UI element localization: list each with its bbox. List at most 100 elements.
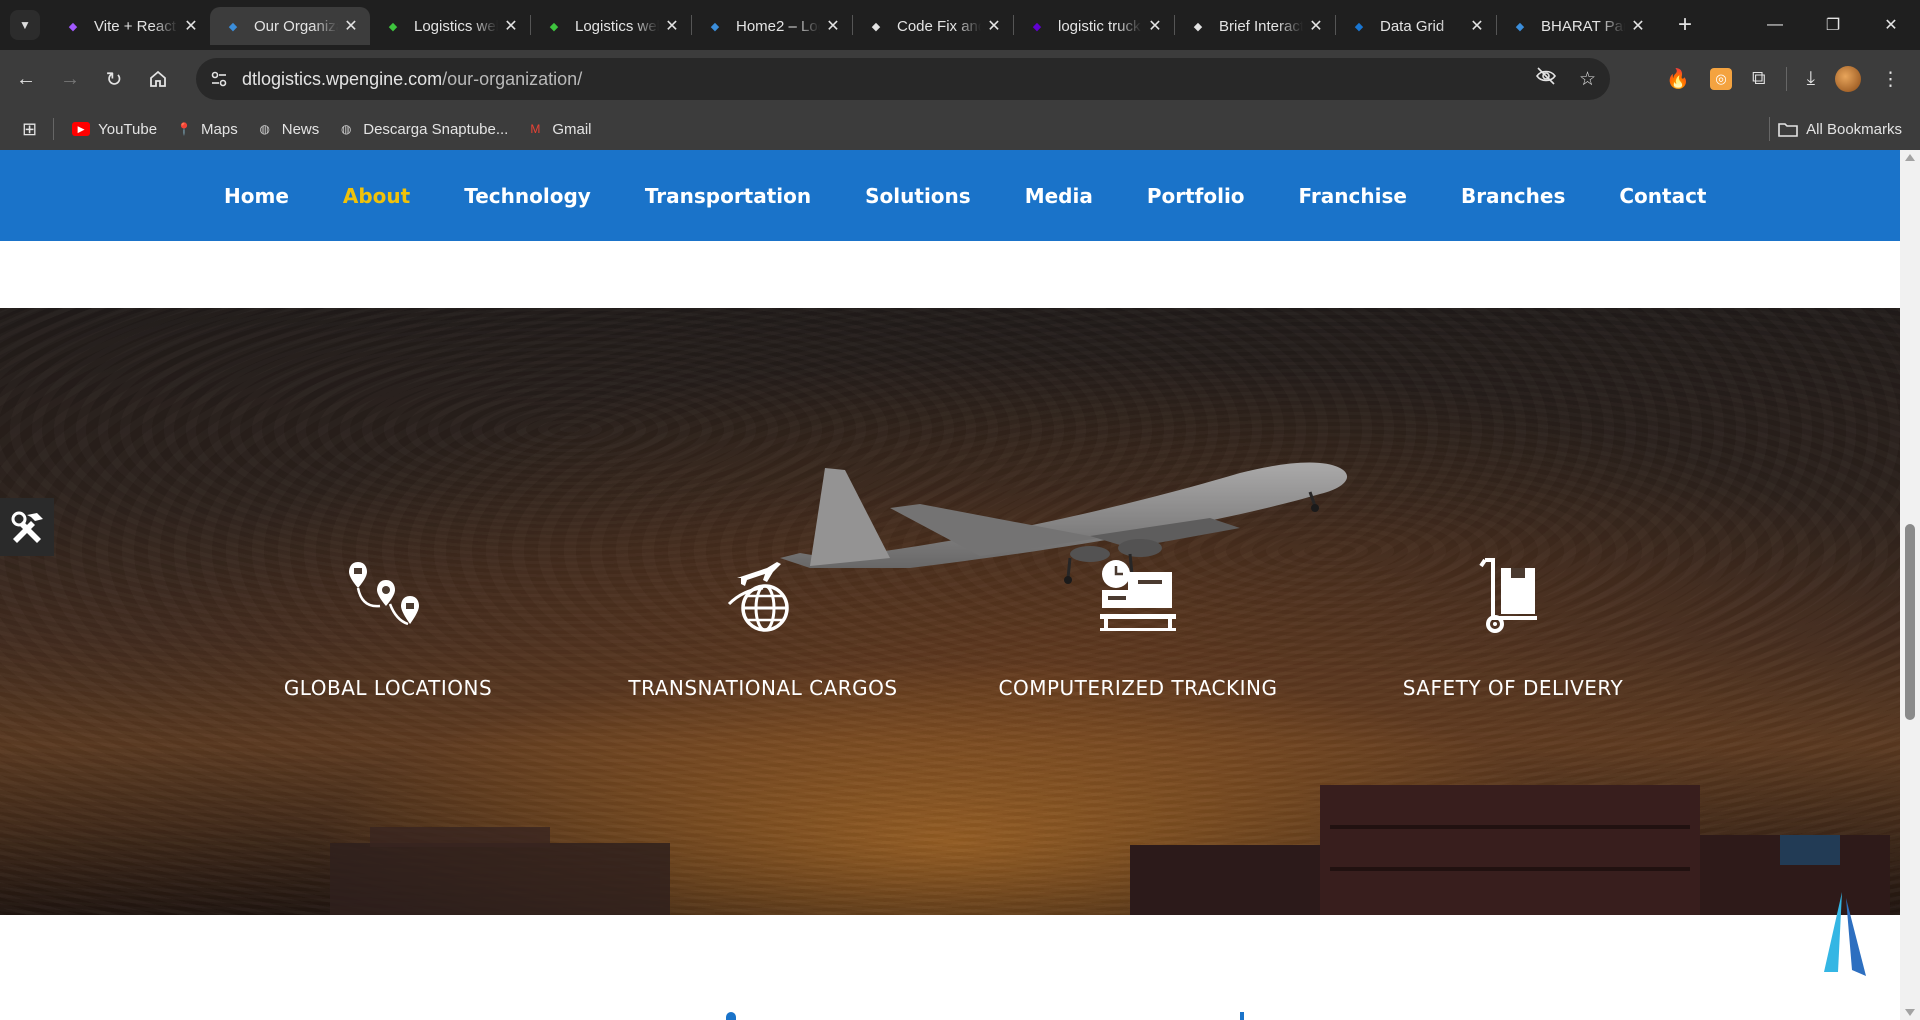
bookmark-item[interactable]: 📍 Maps <box>175 120 238 138</box>
feature-safety-of-delivery: SAFETY OF DELIVERY <box>1363 556 1663 700</box>
browser-tab[interactable]: ◆ Data Grid ✕ <box>1336 7 1496 45</box>
nav-link-portfolio[interactable]: Portfolio <box>1147 184 1245 208</box>
bookmark-label: Gmail <box>552 120 592 138</box>
download-icon[interactable]: ⤓ <box>1807 68 1815 90</box>
nav-link-franchise[interactable]: Franchise <box>1299 184 1407 208</box>
page-viewport: Home About Technology Transportation Solutio… <box>0 150 1920 1020</box>
page-scrollbar[interactable] <box>1900 150 1920 1020</box>
close-tab-icon[interactable]: ✕ <box>1629 16 1647 36</box>
nav-link-solutions[interactable]: Solutions <box>865 184 971 208</box>
reload-button[interactable]: ↻ <box>96 61 132 97</box>
nav-link-home[interactable]: Home <box>224 184 289 208</box>
nav-link-about[interactable]: About <box>343 184 410 208</box>
browser-tab[interactable]: ◆ Brief Interaction✕ <box>1175 7 1335 45</box>
browser-toolbar: ← → ↻ dtlogistics.wpengine.com/our-organ… <box>0 50 1920 108</box>
close-tab-icon[interactable]: ✕ <box>663 16 681 36</box>
kebab-menu-icon[interactable]: ⋮ <box>1881 68 1900 91</box>
close-tab-icon[interactable]: ✕ <box>1307 16 1325 36</box>
arrow-left-icon: ← <box>16 67 36 90</box>
browser-tab[interactable]: ◆ BHARAT Parcel✕ <box>1497 7 1657 45</box>
tabs-list: ◆Vite + React + TS✕◆Our Organization✕◆Lo… <box>50 0 1657 50</box>
window-controls: — ❐ ✕ <box>1746 0 1920 50</box>
url-text[interactable]: dtlogistics.wpengine.com/our-organizatio… <box>242 69 582 90</box>
address-bar-actions: ☆ <box>1535 58 1596 100</box>
bookmark-item[interactable]: ◍ News <box>256 120 319 138</box>
gmail-icon: M <box>530 122 541 136</box>
new-tab-button[interactable]: + <box>1671 11 1699 39</box>
orange-extension-icon[interactable]: ◎ <box>1710 68 1733 90</box>
next-section-mark-left <box>726 1012 736 1020</box>
browser-tab[interactable]: ◆ Vite + React + TS✕ <box>50 7 210 45</box>
forward-button[interactable]: → <box>52 61 88 97</box>
bookmark-label: YouTube <box>98 120 158 138</box>
close-tab-icon[interactable]: ✕ <box>502 16 520 36</box>
close-window-button[interactable]: ✕ <box>1862 0 1920 50</box>
all-bookmarks-button[interactable]: All Bookmarks <box>1769 108 1902 150</box>
scroll-down-arrow-icon[interactable] <box>1905 1009 1915 1016</box>
tab-title: Home2 – Logistics <box>736 17 820 35</box>
next-section-mark-right <box>1240 1012 1244 1020</box>
tune-icon <box>211 71 227 87</box>
all-bookmarks-label: All Bookmarks <box>1806 120 1902 138</box>
scroll-up-arrow-icon[interactable] <box>1905 154 1915 161</box>
close-tab-icon[interactable]: ✕ <box>1146 16 1164 36</box>
home-button[interactable] <box>140 61 176 97</box>
reload-icon: ↻ <box>105 68 123 91</box>
close-tab-icon[interactable]: ✕ <box>342 16 360 36</box>
puzzle-extensions-icon[interactable]: ⧉ <box>1752 68 1766 90</box>
tab-title: Code Fix and <box>897 17 981 35</box>
features-row: GLOBAL LOCATIONS TRANSNATIONAL CARGOS CO… <box>0 308 1900 915</box>
url-path: /our-organization/ <box>442 68 583 89</box>
close-tab-icon[interactable]: ✕ <box>824 16 842 36</box>
flame-extension-icon[interactable]: 🔥 <box>1666 67 1690 91</box>
profile-avatar[interactable] <box>1835 66 1861 92</box>
browser-tab[interactable]: ◆ Logistics website✕ <box>370 7 530 45</box>
folder-icon <box>1778 123 1798 137</box>
scrollbar-thumb[interactable] <box>1905 524 1915 720</box>
chevron-down-icon: ▼ <box>19 18 31 32</box>
browser-tab[interactable]: ◆ Code Fix and ✕ <box>853 7 1013 45</box>
back-button[interactable]: ← <box>8 61 44 97</box>
extensions-area: 🔥 ◎ ⧉ ⤓ ⋮ <box>1666 50 1900 108</box>
browser-tab[interactable]: ◆ logistic truck ✕ <box>1014 7 1174 45</box>
tab-search-button[interactable]: ▼ <box>10 10 40 40</box>
site-main-nav: Home About Technology Transportation Solutio… <box>0 150 1900 241</box>
site-info-button[interactable] <box>204 64 234 94</box>
youtube-icon: ▶ <box>72 122 91 136</box>
nav-link-technology[interactable]: Technology <box>464 184 591 208</box>
url-host: dtlogistics.wpengine.com <box>242 68 443 89</box>
eye-slash-icon[interactable] <box>1535 67 1557 91</box>
bookmark-item[interactable]: M Gmail <box>526 120 591 138</box>
mui-icon: ◆ <box>1354 20 1364 33</box>
nav-link-branches[interactable]: Branches <box>1461 184 1565 208</box>
nav-link-contact[interactable]: Contact <box>1619 184 1706 208</box>
logistics-icon: ◆ <box>549 20 559 33</box>
nav-link-media[interactable]: Media <box>1025 184 1093 208</box>
nav-link-transportation[interactable]: Transportation <box>645 184 811 208</box>
restore-button[interactable]: ❐ <box>1804 0 1862 50</box>
maps-icon: 📍 <box>176 122 192 136</box>
bookmark-item[interactable]: ▶ YouTube <box>72 121 157 138</box>
close-tab-icon[interactable]: ✕ <box>985 16 1003 36</box>
bookmark-item[interactable]: ◍ Descarga Snaptube... <box>337 120 508 138</box>
minimize-button[interactable]: — <box>1746 0 1804 50</box>
star-icon[interactable]: ☆ <box>1579 68 1596 91</box>
yahoo-icon: ◆ <box>1032 20 1042 33</box>
apps-grid-icon[interactable]: ⊞ <box>22 119 37 140</box>
globe-icon: ◍ <box>341 122 352 136</box>
plane-globe-icon <box>727 562 789 632</box>
tab-title: Our Organization <box>254 17 338 35</box>
close-tab-icon[interactable]: ✕ <box>182 16 200 36</box>
feature-transnational-cargos: TRANSNATIONAL CARGOS <box>613 556 913 700</box>
features-hero: GLOBAL LOCATIONS TRANSNATIONAL CARGOS CO… <box>0 308 1900 915</box>
close-tab-icon[interactable]: ✕ <box>1468 16 1486 36</box>
dots-icon: ◆ <box>1515 20 1525 33</box>
browser-tab[interactable]: ◆ Logistics website✕ <box>531 7 691 45</box>
toolbar-divider <box>1785 67 1787 91</box>
browser-tab[interactable]: ◆ Home2 – Logistics✕ <box>692 7 852 45</box>
address-bar[interactable]: dtlogistics.wpengine.com/our-organizatio… <box>196 58 1610 100</box>
feature-global-locations: GLOBAL LOCATIONS <box>238 556 538 700</box>
map-pins-route-icon <box>349 562 419 626</box>
browser-tab[interactable]: ◆ Our Organization✕ <box>210 7 370 45</box>
tab-title: logistic truck <box>1058 17 1141 35</box>
